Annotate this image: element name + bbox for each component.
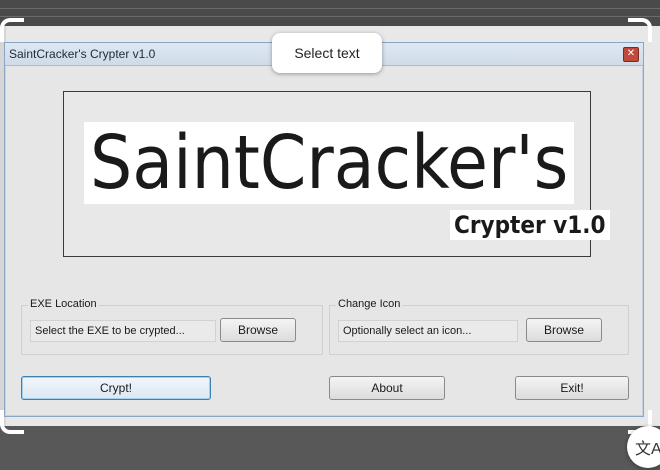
logo-banner: SaintCracker's Crypter v1.0 xyxy=(63,91,610,257)
logo-sub-text: Crypter v1.0 xyxy=(450,210,610,240)
select-text-chip[interactable]: Select text xyxy=(272,33,382,73)
exe-location-legend: EXE Location xyxy=(28,298,99,310)
crop-handle-top-right[interactable] xyxy=(628,18,652,42)
background-line xyxy=(0,8,660,9)
change-icon-group: Change Icon Optionally select an icon...… xyxy=(329,298,629,355)
close-icon: ✕ xyxy=(626,48,636,59)
crop-handle-top-left[interactable] xyxy=(0,18,24,42)
window-title: SaintCracker's Crypter v1.0 xyxy=(9,47,156,61)
background-line xyxy=(0,16,660,17)
change-icon-legend: Change Icon xyxy=(336,298,403,310)
logo-main-text: SaintCracker's xyxy=(84,122,575,204)
translate-icon: 文A xyxy=(635,441,660,458)
crypter-window: SaintCracker's Crypter v1.0 ✕ SaintCrack… xyxy=(4,42,644,417)
close-button[interactable]: ✕ xyxy=(623,47,639,62)
background-top-strip xyxy=(0,0,660,26)
about-button[interactable]: About xyxy=(329,376,445,400)
exe-path-field[interactable]: Select the EXE to be crypted... xyxy=(30,320,216,342)
icon-browse-button[interactable]: Browse xyxy=(526,318,602,342)
background-bottom-strip xyxy=(0,426,660,470)
icon-path-field[interactable]: Optionally select an icon... xyxy=(338,320,518,342)
exe-browse-button[interactable]: Browse xyxy=(220,318,296,342)
exit-button[interactable]: Exit! xyxy=(515,376,629,400)
crypt-button[interactable]: Crypt! xyxy=(21,376,211,400)
exe-location-group: EXE Location Select the EXE to be crypte… xyxy=(21,298,323,355)
